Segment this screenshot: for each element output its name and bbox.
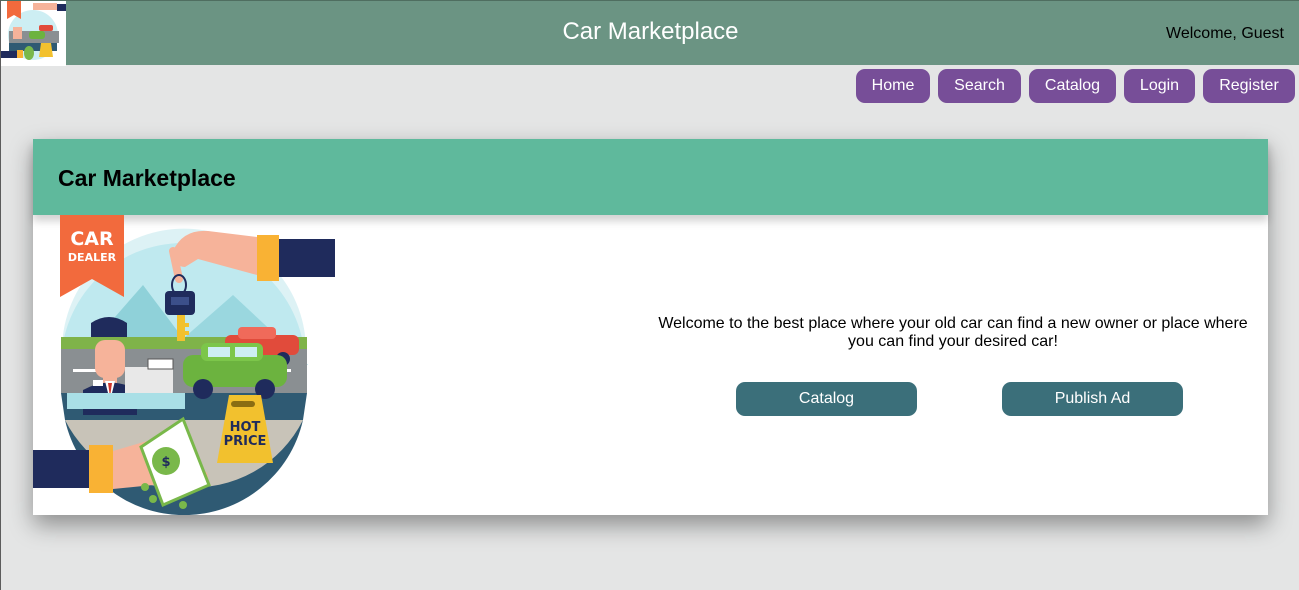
nav-login-button[interactable]: Login xyxy=(1124,69,1195,103)
nav-search-button[interactable]: Search xyxy=(938,69,1021,103)
catalog-button[interactable]: Catalog xyxy=(736,382,917,416)
hero-card: Car Marketplace CAR DEALER HOT PRICE $ W… xyxy=(33,139,1268,516)
hero-title: Car Marketplace xyxy=(58,165,236,191)
nav-catalog-button[interactable]: Catalog xyxy=(1029,69,1116,103)
sign-price-text: PRICE xyxy=(224,434,267,449)
badge-dealer-text: DEALER xyxy=(68,251,117,264)
publish-ad-button[interactable]: Publish Ad xyxy=(1002,382,1183,416)
main-nav: Home Search Catalog Login Register xyxy=(856,69,1295,103)
nav-register-button[interactable]: Register xyxy=(1203,69,1295,103)
car-dealer-illustration: CAR DEALER HOT PRICE $ xyxy=(33,215,335,516)
sign-hot-text: HOT xyxy=(230,420,261,435)
badge-car-text: CAR xyxy=(70,228,114,250)
money-dollar-text: $ xyxy=(161,455,170,470)
site-title: Car Marketplace xyxy=(562,18,739,45)
welcome-message: Welcome, Guest xyxy=(1166,25,1284,42)
hero-card-header: Car Marketplace xyxy=(33,139,1268,215)
top-bar: Car Marketplace Welcome, Guest xyxy=(1,0,1299,66)
nav-home-button[interactable]: Home xyxy=(856,69,930,103)
intro-text: Welcome to the best place where your old… xyxy=(658,315,1248,350)
